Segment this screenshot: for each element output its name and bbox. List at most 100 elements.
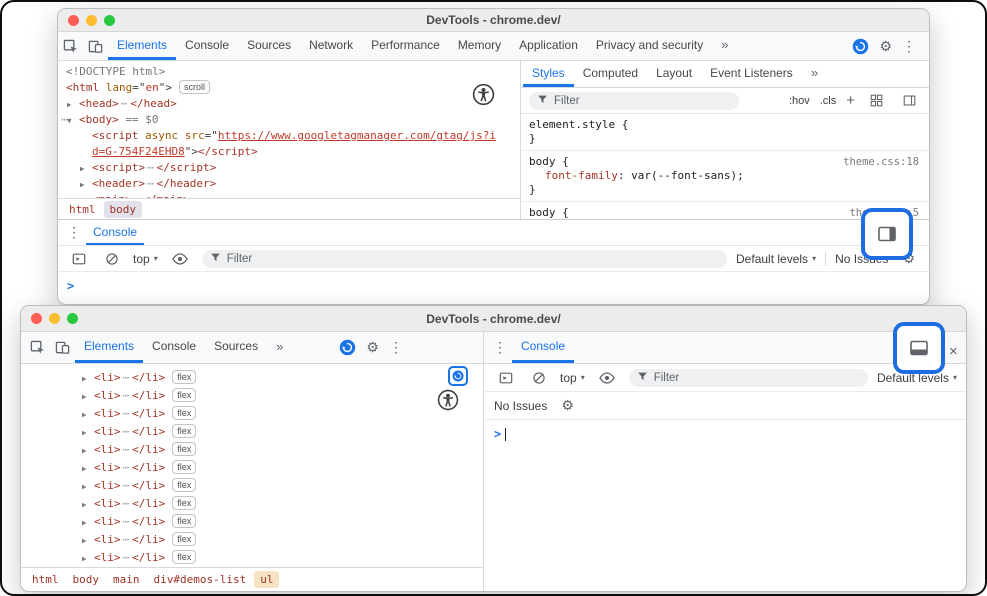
close-window-button[interactable] [68,15,79,26]
issues-counter[interactable]: No Issues [494,399,547,413]
flex-badge[interactable]: flex [172,424,196,438]
dom-tree-node[interactable]: ▶<li>⋯</li>flex [21,405,483,423]
tab-console[interactable]: Console [143,332,205,363]
dock-to-bottom-icon[interactable] [903,337,935,359]
dom-tree-node[interactable]: ▶<main>⋯</main> [58,192,520,198]
dom-tree-node[interactable]: <!DOCTYPE html> [58,64,520,80]
live-expression-eye-icon[interactable] [594,372,620,384]
dom-tree-node[interactable]: <html lang="en">scroll [58,80,520,96]
expand-arrow-icon[interactable]: ▶ [67,97,79,113]
tab-privacy-and-security[interactable]: Privacy and security [587,32,712,60]
flex-badge[interactable]: flex [172,460,196,474]
log-levels-dropdown[interactable]: Default levels ▾ [736,252,816,266]
minimize-window-button[interactable] [49,313,60,324]
drawer-menu-icon[interactable]: ⋮ [62,224,86,241]
drawer-tab-console[interactable]: Console [86,220,144,245]
clear-console-icon[interactable] [527,371,551,385]
live-expression-eye-icon[interactable] [167,253,193,265]
close-devtools-icon[interactable]: × [949,343,958,360]
zoom-window-button[interactable] [104,15,115,26]
new-style-rule-button[interactable]: + [846,92,855,109]
flex-badge[interactable]: flex [172,514,196,528]
tab-elements[interactable]: Elements [75,332,143,363]
tab-console-right[interactable]: Console [512,332,574,363]
expand-arrow-icon[interactable]: ▶ [82,370,94,388]
context-selector[interactable]: top ▾ [133,252,158,266]
toggle-hover-state-button[interactable]: :hov [789,95,810,107]
expand-arrow-icon[interactable]: ▶ [80,193,92,198]
device-toolbar-icon[interactable] [83,39,108,54]
tab-sources[interactable]: Sources [238,32,300,60]
expand-arrow-icon[interactable]: ▶ [82,550,94,567]
rule-selector[interactable]: element.style [529,118,615,131]
dom-tree-node[interactable]: ▶<li>⋯</li>flex [21,531,483,549]
flex-badge[interactable]: flex [172,406,196,420]
inspect-icon[interactable] [58,39,83,54]
breadcrumb-item[interactable]: html [26,571,65,588]
more-tabs-icon[interactable]: » [712,32,737,60]
expand-arrow-icon[interactable]: ▶ [82,388,94,406]
style-rule[interactable]: theme.css:18body {font-family: var(--fon… [521,151,929,202]
flex-badge[interactable]: flex [172,550,196,564]
expand-arrow-icon[interactable]: ▶ [82,478,94,496]
console-sidebar-icon[interactable] [67,252,91,266]
flex-badge[interactable]: flex [172,442,196,456]
kebab-menu-icon[interactable]: ⋮ [897,38,921,55]
dom-tree-node[interactable]: ▶<head>⋯</head> [58,96,520,112]
rule-selector[interactable]: body [529,155,556,168]
grid-icon[interactable] [865,94,888,107]
tab-sources[interactable]: Sources [205,332,267,363]
settings-gear-icon[interactable]: ⚙ [874,38,897,55]
accessibility-icon[interactable] [472,83,495,111]
dom-tree-node[interactable]: ▶<li>⋯</li>flex [21,513,483,531]
breadcrumb-item[interactable]: div#demos-list [148,571,253,588]
expand-arrow-icon[interactable]: ▶ [82,496,94,514]
scroll-badge[interactable]: scroll [179,80,210,94]
expand-arrow-icon[interactable]: ▶ [82,424,94,442]
dom-tree-node[interactable]: ▶<li>⋯</li>flex [21,459,483,477]
drawer-menu-icon[interactable]: ⋮ [488,339,512,356]
flex-badge[interactable]: flex [172,478,196,492]
tab-performance[interactable]: Performance [362,32,449,60]
dom-tree-node[interactable]: ▶<li>⋯</li>flex [21,387,483,405]
tab-elements[interactable]: Elements [108,32,176,60]
dom-tree-node[interactable]: <script async src="https://www.googletag… [58,128,520,144]
rule-selector[interactable]: body [529,206,556,219]
tab-application[interactable]: Application [510,32,587,60]
expand-arrow-icon[interactable]: ▶ [82,514,94,532]
console-sidebar-icon[interactable] [494,371,518,385]
console-prompt[interactable]: > [485,420,966,448]
zoom-window-button[interactable] [67,313,78,324]
breadcrumb-item[interactable]: body [104,201,143,218]
expand-arrow-icon[interactable]: ▶ [80,161,92,177]
flex-badge[interactable]: flex [172,496,196,510]
more-tabs-icon[interactable]: » [802,61,827,87]
stylesheet-link[interactable]: theme.css:18 [843,155,919,169]
style-rule[interactable]: element.style {} [521,114,929,151]
expand-arrow-icon[interactable]: ▶ [80,177,92,193]
settings-gear-icon[interactable]: ⚙ [361,339,384,356]
dom-tree-node[interactable]: ⋯▼<body> == $0 [58,112,520,128]
close-window-button[interactable] [31,313,42,324]
tab-layout[interactable]: Layout [647,61,701,87]
dom-tree-node[interactable]: ▶<li>⋯</li>flex [21,477,483,495]
tab-network[interactable]: Network [300,32,362,60]
dom-tree-node[interactable]: ▶<li>⋯</li>flex [21,369,483,387]
console-settings-gear-icon[interactable]: ⚙ [556,397,579,414]
accessibility-icon[interactable] [437,389,459,416]
device-toolbar-icon[interactable] [50,340,75,355]
dom-tree-node[interactable]: ▶<script>⋯</script> [58,160,520,176]
tab-memory[interactable]: Memory [449,32,510,60]
page-overlay-icon[interactable] [448,366,468,386]
dom-tree-node[interactable]: ▶<li>⋯</li>flex [21,423,483,441]
expand-arrow-icon[interactable]: ▼ [67,113,79,129]
more-tabs-icon[interactable]: » [267,332,292,363]
styles-filter-input[interactable]: Filter [529,92,739,110]
console-filter-input[interactable]: Filter [629,369,868,387]
inspect-icon[interactable] [25,340,50,355]
flex-badge[interactable]: flex [172,388,196,402]
minimize-window-button[interactable] [86,15,97,26]
console-prompt[interactable]: > [58,272,929,300]
expand-arrow-icon[interactable]: ▶ [82,406,94,424]
dom-tree-node[interactable]: ▶<header>⋯</header> [58,176,520,192]
